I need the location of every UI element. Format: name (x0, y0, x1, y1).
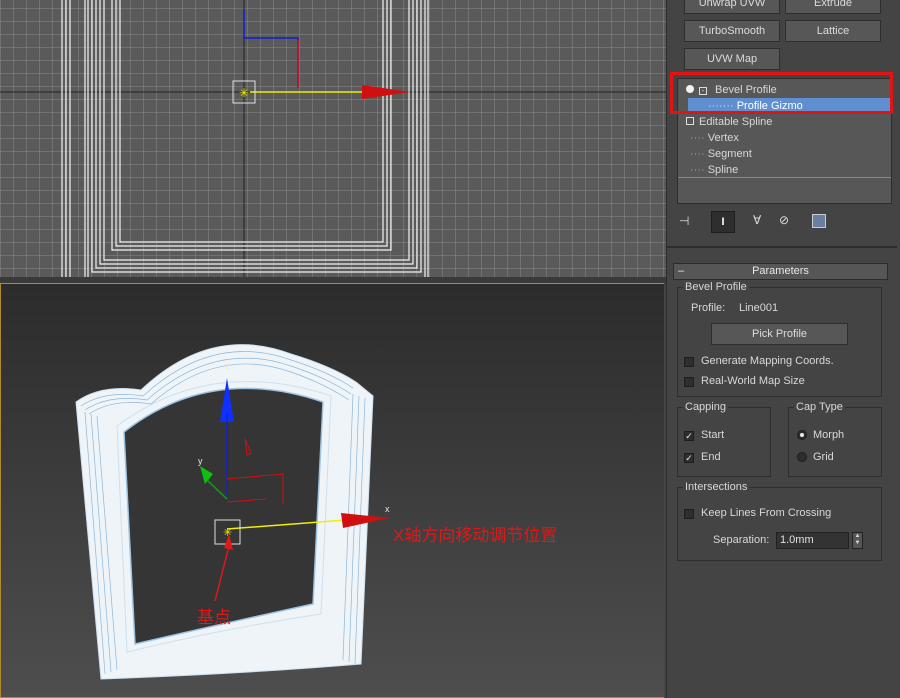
generate-mapping-checkbox[interactable] (684, 357, 694, 367)
keep-lines-checkbox[interactable] (684, 509, 694, 519)
axis-x-label: x (385, 504, 390, 514)
rollout-toggle[interactable]: – (678, 264, 684, 279)
rollout-title: Parameters (752, 265, 809, 277)
separator (667, 246, 897, 248)
extrude-button[interactable]: Extrude (785, 0, 881, 14)
pin-stack-icon[interactable]: ⊣ (679, 214, 689, 228)
separation-spinner[interactable]: ▲ ▼ (852, 532, 863, 549)
perspective-viewport[interactable]: ✳ z x y X轴方向移动调节位置 基点 (0, 283, 664, 698)
end-check-mark: ✓ (685, 453, 693, 463)
axis-z-label: z (225, 361, 230, 371)
start-checkbox[interactable]: ✓ (684, 431, 694, 441)
capping-group (677, 407, 771, 477)
profile-value: Line001 (739, 302, 779, 314)
command-panel: Unwrap UVW Extrude TurboSmooth Lattice U… (666, 0, 900, 698)
make-unique-icon[interactable]: ∀ (753, 213, 761, 227)
stack-label-segment: Segment (707, 148, 752, 160)
turbosmooth-button[interactable]: TurboSmooth (684, 20, 780, 42)
svg-text:✳: ✳ (223, 527, 232, 539)
start-check-mark: ✓ (685, 431, 693, 441)
start-label: Start (701, 429, 725, 441)
real-world-map-label: Real-World Map Size (701, 375, 805, 387)
grid-radio[interactable] (797, 452, 807, 462)
parameters-rollout[interactable]: – Parameters (673, 263, 888, 280)
end-checkbox[interactable]: ✓ (684, 453, 694, 463)
end-label: End (701, 451, 721, 463)
pick-profile-button[interactable]: Pick Profile (711, 323, 848, 345)
stack-item-vertex[interactable]: ···· Vertex (690, 130, 739, 146)
stack-item-editable-spline[interactable]: Editable Spline (686, 114, 772, 130)
separation-field[interactable]: 1.0mm (776, 532, 849, 549)
stack-label-editable-spline: Editable Spline (699, 116, 773, 128)
uvw-map-button[interactable]: UVW Map (684, 48, 780, 70)
axis-y-label: y (198, 456, 203, 466)
bevel-profile-group-title: Bevel Profile (683, 281, 749, 293)
intersections-group-title: Intersections (683, 481, 750, 493)
red-highlight-box (670, 72, 893, 114)
intersections-group (677, 487, 882, 561)
profile-label: Profile: (691, 302, 726, 314)
lattice-button[interactable]: Lattice (785, 20, 881, 42)
cap-type-group-title: Cap Type (794, 401, 845, 413)
unwrap-uvw-button[interactable]: Unwrap UVW (684, 0, 780, 14)
stack-item-segment[interactable]: ···· Segment (690, 146, 752, 162)
stack-item-spline[interactable]: ···· Spline (690, 162, 738, 178)
keep-lines-label: Keep Lines From Crossing (701, 507, 832, 519)
morph-label: Morph (813, 429, 845, 441)
morph-radio[interactable] (797, 430, 807, 440)
cap-type-group (788, 407, 882, 477)
generate-mapping-label: Generate Mapping Coords. (701, 355, 834, 367)
stack-label-spline: Spline (707, 164, 739, 176)
annotation-x-move: X轴方向移动调节位置 (393, 526, 558, 545)
real-world-map-checkbox[interactable] (684, 377, 694, 387)
separation-label: Separation: (713, 534, 770, 546)
stack-label-vertex: Vertex (707, 132, 739, 144)
svg-text:✳: ✳ (239, 86, 249, 100)
capping-group-title: Capping (683, 401, 728, 413)
remove-modifier-icon[interactable]: ⊘ (779, 213, 789, 227)
configure-sets-icon[interactable] (812, 214, 826, 228)
front-viewport[interactable]: ✳ (0, 0, 666, 277)
grid-label: Grid (813, 451, 834, 463)
minus-box-icon[interactable] (686, 117, 694, 125)
annotation-pivot: 基点 (197, 608, 231, 627)
show-end-result-icon[interactable]: I (711, 211, 735, 233)
